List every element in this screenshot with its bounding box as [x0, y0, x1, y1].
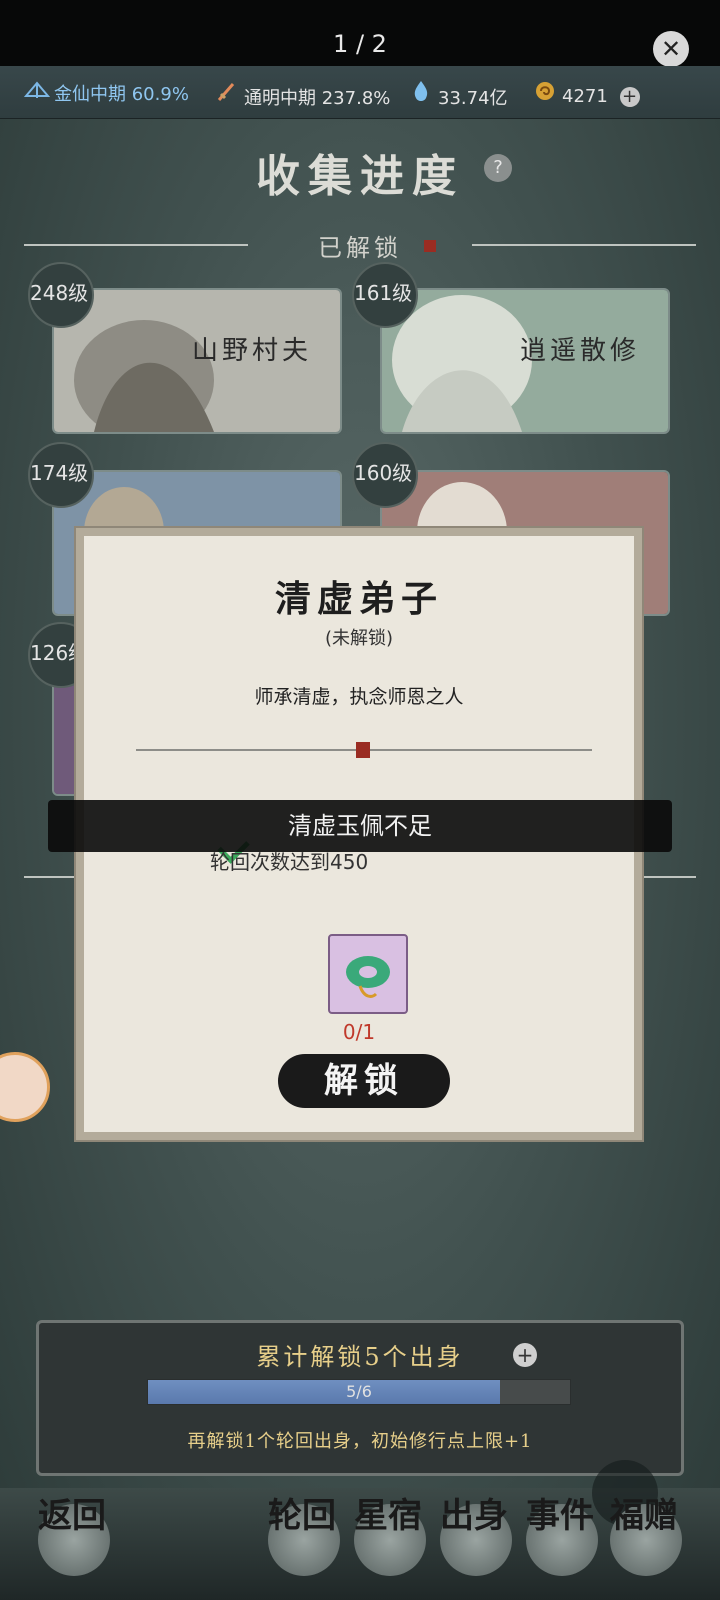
- nav-label: 事件: [526, 1496, 594, 1536]
- nav-label: 福赠: [610, 1496, 678, 1536]
- page-title: 收集进度: [256, 151, 464, 202]
- divider-right-2: [634, 876, 696, 878]
- jade-pendant-item[interactable]: [328, 934, 408, 1014]
- nav-back-button[interactable]: 返回: [32, 1498, 112, 1582]
- progress-text: 5/6: [346, 1382, 372, 1401]
- progress-title: 累计解锁5个出身: [256, 1343, 464, 1371]
- weapon-label: 通明中期: [244, 88, 316, 109]
- progress-plus-button[interactable]: +: [513, 1343, 537, 1367]
- progress-subtitle: 再解锁1个轮回出身，初始修行点上限+1: [187, 1431, 533, 1452]
- realm-stat[interactable]: 金仙中期 60.9%: [23, 80, 189, 106]
- nav-star-button[interactable]: 星宿: [348, 1498, 428, 1582]
- nav-gift-button[interactable]: 福赠: [604, 1498, 684, 1582]
- nav-label: 星宿: [354, 1496, 422, 1536]
- card-level: 174级: [28, 442, 94, 508]
- nav-label: 出身: [440, 1496, 508, 1536]
- status-bar: 金仙中期 60.9% 通明中期 237.8% 33.74亿 4271 +: [0, 66, 720, 119]
- unlock-button[interactable]: 解锁: [278, 1054, 450, 1108]
- nav-label: 轮回: [268, 1496, 336, 1536]
- card-level: 248级: [28, 262, 94, 328]
- coin-stat[interactable]: 4271 +: [532, 80, 640, 107]
- card-level: 161级: [352, 262, 418, 328]
- weapon-pct: 237.8%: [321, 88, 391, 109]
- card-name: 山野村夫: [191, 336, 312, 366]
- origin-card-1[interactable]: 山野村夫: [52, 288, 342, 434]
- seal-icon: [424, 240, 436, 252]
- coin-icon: [532, 80, 558, 107]
- progress-bar: 5/6: [147, 1379, 571, 1405]
- nav-label: 返回: [38, 1496, 106, 1536]
- nav-origin-button[interactable]: 出身: [434, 1498, 514, 1582]
- modal-status: (未解锁): [324, 628, 394, 649]
- sword-icon: [214, 80, 240, 109]
- fan-icon: [23, 80, 51, 105]
- nav-event-button[interactable]: 事件: [520, 1498, 600, 1582]
- realm-label: 金仙中期: [54, 84, 126, 105]
- jade-pendant-icon: [346, 956, 390, 998]
- divider-right: [472, 244, 696, 246]
- item-count: 0/1: [342, 1020, 376, 1044]
- nav-reincarnation-button[interactable]: 轮回: [262, 1498, 342, 1582]
- toast-message: 清虚玉佩不足: [48, 800, 672, 852]
- close-button[interactable]: ✕: [653, 31, 689, 67]
- help-icon[interactable]: ?: [484, 154, 512, 182]
- page-indicator: 1 / 2: [333, 30, 387, 58]
- origin-card-2[interactable]: 逍遥散修: [380, 288, 670, 434]
- modal-title: 清虚弟子: [274, 578, 443, 620]
- seal-icon: [356, 742, 370, 758]
- card-level: 160级: [352, 442, 418, 508]
- card-name: 逍遥散修: [519, 336, 640, 366]
- crystal-value: 33.74亿: [438, 88, 508, 109]
- crystal-icon: [408, 80, 434, 109]
- modal-description: 师承清虚，执念师恩之人: [254, 686, 464, 708]
- add-coin-button[interactable]: +: [619, 87, 640, 107]
- weapon-stat[interactable]: 通明中期 237.8%: [214, 80, 390, 110]
- coin-value: 4271: [562, 86, 608, 107]
- realm-pct: 60.9%: [131, 84, 189, 105]
- divider-left-2: [24, 876, 84, 878]
- crystal-stat[interactable]: 33.74亿: [408, 80, 508, 110]
- collection-progress-panel: 累计解锁5个出身 + 5/6 再解锁1个轮回出身，初始修行点上限+1: [36, 1320, 684, 1476]
